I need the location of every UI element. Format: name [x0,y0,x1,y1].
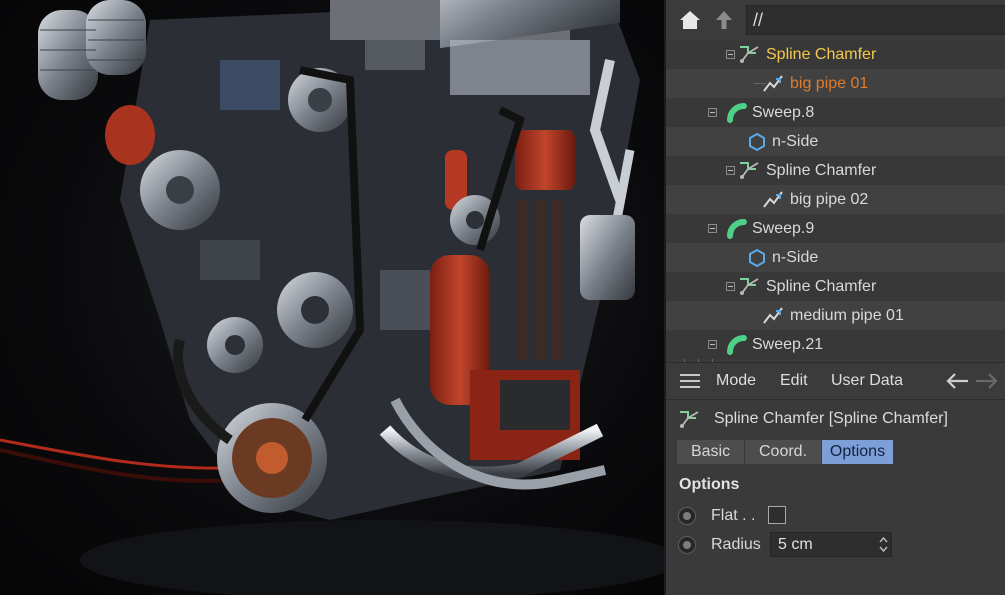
tab-options[interactable]: Options [822,440,894,464]
sweep-icon [727,335,747,355]
tree-item-label: big pipe 01 [790,75,869,92]
tree-row[interactable]: Sweep.8 [666,98,1005,127]
flat-checkbox[interactable] [768,506,786,524]
object-manager-panel: // Spline Chamfer big pipe 01 Sweep.8 n-… [664,0,1005,595]
section-title: Options [679,476,740,493]
home-icon[interactable] [678,8,702,32]
n-side-icon [749,132,765,152]
collapse-toggle[interactable] [726,50,735,59]
tree-row[interactable]: Sweep.9 [666,214,1005,243]
arrow-up-icon[interactable] [712,8,736,32]
sweep-icon [727,103,747,123]
tree-item-label: medium pipe 01 [790,307,904,324]
tree-row[interactable]: big pipe 02 [666,185,1005,214]
object-tree: Spline Chamfer big pipe 01 Sweep.8 n-Sid… [666,40,1005,362]
path-bar: // [666,0,1005,41]
menu-mode[interactable]: Mode [716,363,756,399]
tree-item-label: n-Side [772,133,819,150]
tree-item-label: Spline Chamfer [766,278,877,295]
tab-basic[interactable]: Basic [677,440,745,464]
menu-user-data[interactable]: User Data [831,363,903,399]
tree-item-label: Sweep.8 [752,104,815,121]
param-flat-label: Flat . . [711,507,756,524]
menu-edit[interactable]: Edit [780,363,808,399]
engine-render-image [0,0,664,595]
arrow-left-icon[interactable] [944,372,970,390]
radius-value: 5 cm [778,536,813,553]
spline-icon [763,191,783,208]
attributes-title-text: Spline Chamfer [Spline Chamfer] [714,410,948,427]
tab-coord[interactable]: Coord. [745,440,822,464]
collapse-toggle[interactable] [708,340,717,349]
spline-icon [763,75,783,92]
spline-chamfer-icon [740,162,759,179]
collapse-toggle[interactable] [708,224,717,233]
sweep-icon [727,219,747,239]
hamburger-menu-icon[interactable] [680,374,700,389]
collapse-toggle[interactable] [708,108,717,117]
tree-row[interactable]: n-Side [666,243,1005,272]
path-input[interactable]: // [746,5,1005,35]
animate-toggle-icon[interactable] [678,536,696,554]
arrow-right-icon[interactable] [974,372,1000,390]
spline-chamfer-icon [740,278,759,295]
spline-icon [763,307,783,324]
tree-row[interactable]: Spline Chamfer [666,40,1005,69]
tree-item-label: Spline Chamfer [766,46,877,63]
render-viewport[interactable] [0,0,664,595]
tree-row[interactable]: Sweep.21 [666,330,1005,359]
tree-item-label: Spline Chamfer [766,162,877,179]
spline-chamfer-icon [680,411,699,428]
tree-row[interactable]: n-Side [666,127,1005,156]
tree-row[interactable]: big pipe 01 [666,69,1005,98]
collapse-toggle[interactable] [726,282,735,291]
param-flat: Flat . . [678,503,998,529]
attributes-menu-bar: Mode Edit User Data [666,362,1005,400]
spline-chamfer-icon [740,46,759,63]
tree-item-label: n-Side [772,249,819,266]
animate-toggle-icon[interactable] [678,507,696,525]
param-radius-label: Radius [711,536,761,553]
collapse-toggle[interactable] [726,166,735,175]
n-side-icon [749,248,765,268]
radius-input[interactable]: 5 cm [770,532,892,557]
stepper-arrows-icon[interactable] [879,536,888,553]
tree-row[interactable]: Spline Chamfer [666,156,1005,185]
tree-item-label: Sweep.21 [752,336,824,353]
param-radius: Radius 5 cm [678,532,998,558]
tree-item-label: Sweep.9 [752,220,815,237]
tree-row[interactable]: medium pipe 01 [666,301,1005,330]
tree-row[interactable]: Spline Chamfer [666,272,1005,301]
tree-item-label: big pipe 02 [790,191,869,208]
